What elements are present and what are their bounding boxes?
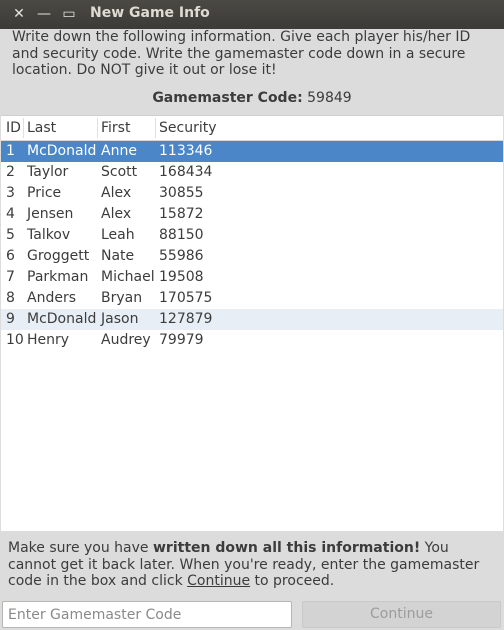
header-id[interactable]: ID: [6, 120, 21, 136]
cell-first: Nate: [101, 248, 135, 264]
column-divider[interactable]: [23, 118, 24, 138]
instructions-bold: written down all this information!: [152, 540, 421, 556]
cell-first: Jason: [101, 311, 139, 327]
gamemaster-code-label: Gamemaster Code:: [152, 90, 303, 106]
instructions-part3: to proceed.: [250, 573, 335, 589]
cell-id: 8: [6, 290, 15, 306]
cell-last: Parkman: [27, 269, 89, 285]
table-row[interactable]: 7 Parkman Michael 19508: [1, 267, 503, 288]
table-row[interactable]: 8 Anders Bryan 170575: [1, 288, 503, 309]
table-row[interactable]: 4 Jensen Alex 15872: [1, 204, 503, 225]
maximize-icon[interactable]: ▭: [61, 6, 77, 22]
column-divider[interactable]: [97, 118, 98, 138]
table-header: ID Last First Security: [1, 116, 503, 141]
cell-first: Anne: [101, 143, 137, 159]
cell-first: Bryan: [101, 290, 143, 306]
cell-security: 30855: [159, 185, 204, 201]
cell-first: Alex: [101, 185, 132, 201]
cell-id: 1: [6, 143, 15, 159]
gamemaster-code-input[interactable]: [2, 601, 292, 628]
continue-mnemonic: Continue: [187, 573, 251, 589]
cell-id: 9: [6, 311, 15, 327]
cell-last: McDonald: [27, 311, 97, 327]
cell-first: Audrey: [101, 332, 151, 348]
cell-id: 10: [6, 332, 24, 348]
table-row[interactable]: 1 McDonald Anne 113346: [1, 141, 503, 162]
cell-security: 127879: [159, 311, 213, 327]
cell-last: McDonald: [27, 143, 97, 159]
cell-last: Groggett: [27, 248, 90, 264]
header-first[interactable]: First: [101, 120, 130, 136]
window-title: New Game Info: [90, 5, 210, 21]
cell-id: 2: [6, 164, 15, 180]
cell-security: 113346: [159, 143, 213, 159]
close-icon[interactable]: ✕: [11, 6, 27, 22]
cell-security: 19508: [159, 269, 204, 285]
players-table[interactable]: ID Last First Security 1 McDonald Anne 1…: [1, 115, 503, 531]
instructions-text: Make sure you have written down all this…: [8, 540, 500, 590]
cell-last: Talkov: [27, 227, 71, 243]
cell-last: Anders: [27, 290, 76, 306]
cell-security: 79979: [159, 332, 204, 348]
table-row[interactable]: 10 Henry Audrey 79979: [1, 330, 503, 351]
header-security[interactable]: Security: [159, 120, 217, 136]
header-last[interactable]: Last: [27, 120, 56, 136]
cell-first: Scott: [101, 164, 138, 180]
gamemaster-code-line: Gamemaster Code: 59849: [0, 90, 504, 106]
cell-id: 4: [6, 206, 15, 222]
cell-last: Jensen: [27, 206, 74, 222]
cell-security: 170575: [159, 290, 213, 306]
table-row[interactable]: 3 Price Alex 30855: [1, 183, 503, 204]
cell-id: 6: [6, 248, 15, 264]
cell-last: Price: [27, 185, 62, 201]
cell-id: 7: [6, 269, 15, 285]
intro-text: Write down the following information. Gi…: [12, 29, 471, 78]
new-game-info-window: ✕ — ▭ New Game Info Write down the follo…: [0, 0, 504, 630]
cell-first: Alex: [101, 206, 132, 222]
minimize-icon[interactable]: —: [36, 6, 52, 22]
cell-first: Leah: [101, 227, 135, 243]
title-bar: ✕ — ▭ New Game Info: [0, 0, 504, 29]
cell-security: 55986: [159, 248, 204, 264]
cell-security: 168434: [159, 164, 213, 180]
column-divider[interactable]: [155, 118, 156, 138]
cell-last: Taylor: [27, 164, 69, 180]
table-row[interactable]: 9 McDonald Jason 127879: [1, 309, 503, 330]
cell-first: Michael: [101, 269, 155, 285]
instructions-part1: Make sure you have: [8, 540, 153, 556]
continue-button[interactable]: Continue: [302, 601, 501, 628]
cell-last: Henry: [27, 332, 70, 348]
cell-security: 88150: [159, 227, 204, 243]
table-row[interactable]: 2 Taylor Scott 168434: [1, 162, 503, 183]
table-row[interactable]: 5 Talkov Leah 88150: [1, 225, 503, 246]
table-row[interactable]: 6 Groggett Nate 55986: [1, 246, 503, 267]
gamemaster-code-value: 59849: [307, 90, 352, 106]
cell-id: 5: [6, 227, 15, 243]
cell-security: 15872: [159, 206, 204, 222]
cell-id: 3: [6, 185, 15, 201]
